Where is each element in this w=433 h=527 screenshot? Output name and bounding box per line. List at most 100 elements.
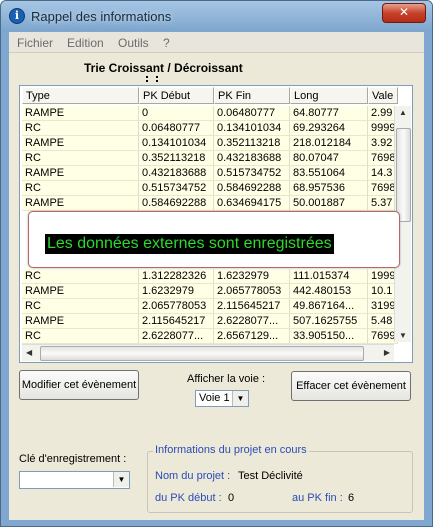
chevron-down-icon[interactable]: ▼ <box>113 472 129 487</box>
menu-edition[interactable]: Edition <box>67 36 104 50</box>
project-info-title: Informations du projet en cours <box>153 444 309 456</box>
window-title: Rappel des informations <box>31 9 172 24</box>
table-cell[interactable]: 50.001887 <box>290 196 368 211</box>
table-cell[interactable]: 218.012184 <box>290 136 368 151</box>
table-row[interactable]: RC 1.3122823​26 1.6232979 111.015374 1999 <box>22 269 398 284</box>
table-cell[interactable]: 0.352113218 <box>214 136 290 151</box>
table-cell[interactable]: 33.905150... <box>290 329 368 344</box>
scroll-up-icon[interactable]: ▲ <box>399 108 407 117</box>
table-cell[interactable]: 0 <box>139 106 214 121</box>
col-header-pk-fin[interactable]: PK Fin <box>214 87 290 104</box>
table-cell[interactable]: 49.867164... <box>290 299 368 314</box>
horizontal-scrollbar[interactable]: ◀ ▶ <box>22 344 394 361</box>
table-cell[interactable]: 0.515734752 <box>139 181 214 196</box>
sort-label[interactable]: Trie Croissant / Décroissant <box>84 61 243 75</box>
pk-end-label: au PK fin : <box>292 492 343 504</box>
table-cell[interactable]: RC <box>22 299 139 314</box>
pk-start-label: du PK début : <box>155 492 222 504</box>
table-cell[interactable]: 2.6567129... <box>214 329 290 344</box>
table-cell[interactable]: 0.134101034 <box>214 121 290 136</box>
menu-fichier[interactable]: Fichier <box>17 36 53 50</box>
table-row[interactable]: RAMPE 0.134101034 0.352113218 218.012184 3.9… <box>22 136 398 151</box>
table-cell[interactable]: 1.3122823​26 <box>139 269 214 284</box>
table-row[interactable]: RAMPE 0.584692288 0.634694175 50.001887 5.37 <box>22 196 398 211</box>
table-cell[interactable]: 0.06480777 <box>139 121 214 136</box>
table-cell[interactable]: 0.432183688 <box>214 151 290 166</box>
table-cell[interactable]: 2.6228077... <box>139 329 214 344</box>
table-cell[interactable]: RAMPE <box>22 166 139 181</box>
table-cell[interactable]: 507.1625755 <box>290 314 368 329</box>
vertical-scroll-thumb[interactable] <box>396 128 411 222</box>
info-icon: i <box>9 8 25 24</box>
table-row[interactable]: RC 0.352113218 0.432183688 80.07047 7698 <box>22 151 398 166</box>
scroll-right-icon[interactable]: ▶ <box>384 348 390 357</box>
table-cell[interactable]: 0.515734752 <box>214 166 290 181</box>
chevron-down-icon[interactable]: ▼ <box>232 391 248 406</box>
table-cell[interactable]: RC <box>22 151 139 166</box>
project-name-label: Nom du projet : <box>155 470 231 482</box>
table-row[interactable]: RAMPE 2.115645217 2.6228077... 507.1625755 5… <box>22 314 398 329</box>
erase-event-button[interactable]: Effacer cet évènement <box>291 371 411 401</box>
table-row[interactable]: RC 2.6228077... 2.6567129... 33.905150... 76… <box>22 329 398 344</box>
table-cell[interactable]: 0.634694175 <box>214 196 290 211</box>
modify-event-button[interactable]: Modifier cet évènement <box>19 370 139 400</box>
table-cell[interactable]: 0.584692288 <box>139 196 214 211</box>
table-cell[interactable]: RC <box>22 269 139 284</box>
project-name-value: Test Déclivité <box>238 470 303 482</box>
table-cell[interactable]: 442.480153 <box>290 284 368 299</box>
record-key-label: Clé d'enregistrement : <box>19 453 127 465</box>
col-header-pk-debut[interactable]: PK Début <box>139 87 214 104</box>
table-cell[interactable]: RAMPE <box>22 196 139 211</box>
table-cell[interactable]: RC <box>22 329 139 344</box>
table-cell[interactable]: 64.80777 <box>290 106 368 121</box>
table-cell[interactable]: 0.432183688 <box>139 166 214 181</box>
table-row[interactable]: RC 0.515734752 0.584692288 68.957536 7698 <box>22 181 398 196</box>
pk-start-value: 0 <box>228 492 235 504</box>
table-row[interactable]: RAMPE 0 0.06480777 64.80777 2.99 <box>22 106 398 121</box>
table-cell[interactable]: 111.015374 <box>290 269 368 284</box>
table-row[interactable]: RAMPE 0.432183688 0.515734752 83.551064 14.3 <box>22 166 398 181</box>
col-header-long[interactable]: Long <box>290 87 368 104</box>
menu-outils[interactable]: Outils <box>118 36 149 50</box>
table-cell[interactable]: 80.07047 <box>290 151 368 166</box>
grid-header: Type PK Début PK Fin Long Vale <box>22 87 412 105</box>
col-header-type[interactable]: Type <box>22 87 139 104</box>
table-cell[interactable]: RC <box>22 181 139 196</box>
col-header-valeur[interactable]: Vale <box>368 87 398 104</box>
table-cell[interactable]: RAMPE <box>22 136 139 151</box>
saved-message: Les données externes sont enregistrées <box>45 234 334 254</box>
table-cell[interactable]: 68.957536 <box>290 181 368 196</box>
title-bar[interactable]: i Rappel des informations ✕ <box>1 1 432 31</box>
table-cell[interactable]: RC <box>22 121 139 136</box>
menu-bar: Fichier Edition Outils ? <box>9 32 424 53</box>
scroll-down-icon[interactable]: ▼ <box>399 331 407 340</box>
scroll-left-icon[interactable]: ◀ <box>26 348 32 357</box>
table-cell[interactable]: 1.6232979 <box>214 269 290 284</box>
table-cell[interactable]: 0.06480777 <box>214 106 290 121</box>
table-cell[interactable]: 2.065778053 <box>214 284 290 299</box>
sort-handle-icon[interactable] <box>146 76 158 82</box>
close-button[interactable]: ✕ <box>382 3 426 23</box>
table-cell[interactable]: 2.065778053 <box>139 299 214 314</box>
table-cell[interactable]: 69.293264 <box>290 121 368 136</box>
menu-help[interactable]: ? <box>163 36 170 50</box>
table-row[interactable]: RC 2.065778053 2.115645217 49.867164... 3199 <box>22 299 398 314</box>
table-row[interactable]: RAMPE 1.6232979 2.065778053 442.480153 10.1 <box>22 284 398 299</box>
table-cell[interactable]: 2.6228077... <box>214 314 290 329</box>
client-area: Fichier Edition Outils ? Trie Croissant … <box>9 32 424 520</box>
table-cell[interactable]: 0.134101034 <box>139 136 214 151</box>
table-cell[interactable]: 0.352113218 <box>139 151 214 166</box>
table-cell[interactable]: 1.6232979 <box>139 284 214 299</box>
table-cell[interactable]: 2.115645217 <box>139 314 214 329</box>
saved-notification: Les données externes sont enregistrées <box>28 211 400 268</box>
table-cell[interactable]: 0.584692288 <box>214 181 290 196</box>
table-cell[interactable]: RAMPE <box>22 284 139 299</box>
lane-select[interactable]: Voie 1 ▼ <box>195 390 249 407</box>
horizontal-scroll-thumb[interactable] <box>40 346 364 361</box>
table-cell[interactable]: 83.551064 <box>290 166 368 181</box>
table-row[interactable]: RC 0.06480777 0.134101034 69.293264 9999 <box>22 121 398 136</box>
table-cell[interactable]: RAMPE <box>22 106 139 121</box>
table-cell[interactable]: 2.115645217 <box>214 299 290 314</box>
table-cell[interactable]: RAMPE <box>22 314 139 329</box>
record-key-select[interactable]: ▼ <box>19 471 130 489</box>
